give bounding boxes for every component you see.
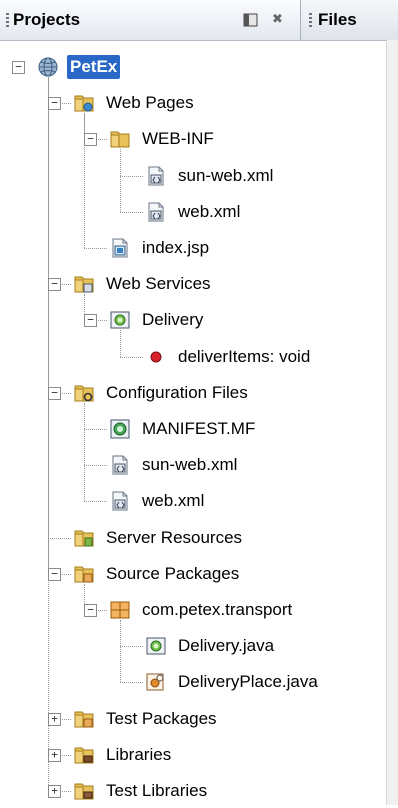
tree-node-label: WEB-INF (142, 129, 214, 149)
tree-node[interactable]: Web Pages (73, 86, 194, 120)
tree-node-label: deliverItems: void (178, 346, 311, 366)
tree-node-label: Web Services (106, 274, 211, 294)
tree-node[interactable]: sun-web.xml (109, 448, 237, 482)
tree-connector-line (84, 501, 107, 503)
tree-node-label: Source Packages (106, 563, 240, 583)
tree-node[interactable]: WEB-INF (109, 122, 214, 156)
project-globe-icon (37, 56, 59, 78)
tree-node[interactable]: Test Packages (73, 702, 217, 736)
tree-node[interactable]: Libraries (73, 738, 171, 772)
tree-node[interactable]: Server Resources (73, 521, 242, 555)
tree-node[interactable]: sun-web.xml (145, 159, 273, 193)
tree-node[interactable]: MANIFEST.MF (109, 412, 255, 446)
tree-node[interactable]: Delivery.java (145, 629, 274, 663)
web-pages-folder-icon (73, 92, 95, 114)
tree-node-label: Test Packages (106, 708, 217, 728)
collapse-toggle-icon[interactable]: − (84, 604, 97, 617)
java-class-file-icon (145, 671, 167, 693)
collapse-toggle-icon[interactable]: − (48, 97, 61, 111)
java-webservice-file-icon (145, 635, 167, 657)
tree-connector-line (120, 682, 143, 684)
tree-node-label: DeliveryPlace.java (178, 672, 318, 692)
tree-node[interactable]: com.petex.transport (109, 593, 292, 627)
tree-node-label: sun-web.xml (142, 455, 238, 475)
tree-node[interactable]: web.xml (109, 484, 204, 518)
tree-node-label: Libraries (106, 744, 172, 764)
tree-connector-line (120, 620, 121, 683)
tree-node[interactable]: PetEx (37, 50, 121, 84)
tree-node[interactable]: Test Libraries (73, 774, 207, 808)
expand-toggle-icon[interactable]: + (48, 748, 61, 762)
collapse-toggle-icon[interactable]: − (84, 314, 97, 328)
manifest-file-icon (109, 418, 131, 440)
tree-node[interactable]: Web Services (73, 267, 211, 301)
tab-projects-label: Projects (13, 10, 81, 29)
tree-connector-line (48, 77, 49, 791)
tree-connector-line (84, 402, 85, 502)
collapse-toggle-icon[interactable]: − (48, 386, 61, 400)
tree-node-label: Delivery (142, 310, 204, 330)
collapse-toggle-icon[interactable]: − (48, 278, 61, 292)
package-icon (109, 599, 131, 621)
tree-node[interactable]: index.jsp (109, 231, 209, 265)
tree-connector-line (84, 465, 107, 467)
collapse-toggle-icon[interactable]: − (48, 567, 61, 581)
tree-node[interactable]: web.xml (145, 195, 240, 229)
folder-icon (109, 128, 131, 150)
tree-node[interactable]: Configuration Files (73, 376, 248, 410)
tree-connector-line (84, 248, 107, 249)
tree-node-label: web.xml (178, 201, 241, 221)
tab-files[interactable]: Files (301, 0, 398, 40)
close-icon[interactable]: ✖ (272, 11, 283, 27)
tree-connector-line (84, 429, 107, 430)
collapse-toggle-icon[interactable]: − (12, 61, 25, 74)
tree-connector-line (120, 646, 143, 648)
tab-files-label: Files (318, 10, 357, 29)
xml-file-icon (145, 165, 167, 187)
libraries-folder-icon (73, 744, 95, 766)
web-service-icon (109, 309, 131, 331)
collapse-toggle-icon[interactable]: − (84, 133, 97, 147)
tree-connector-line (120, 175, 143, 177)
tree-node[interactable]: deliverItems: void (145, 340, 310, 374)
test-packages-folder-icon (73, 708, 95, 730)
project-tree: PetEx − Web Pages − WEB-INF − sun-web.xml web.x… (0, 40, 386, 805)
tree-connector-line (120, 211, 143, 213)
source-packages-folder-icon (73, 563, 95, 585)
tree-connector-line (48, 537, 71, 539)
tree-node-label: Test Libraries (106, 781, 208, 800)
operation-red-dot-icon (145, 346, 167, 368)
tree-connector-line (120, 356, 143, 358)
scrollbar-track[interactable] (386, 40, 398, 805)
xml-file-icon (109, 454, 131, 476)
tree-node[interactable]: Source Packages (73, 557, 239, 591)
tree-node[interactable]: Delivery (109, 303, 203, 337)
grip-icon (6, 13, 9, 29)
minimize-icon[interactable] (242, 12, 260, 28)
config-folder-icon (73, 382, 95, 404)
tree-node-label: index.jsp (142, 238, 210, 257)
tree-node-label: Web Pages (106, 93, 194, 113)
tree-node-label: Server Resources (106, 527, 243, 547)
tree-node-label: Configuration Files (106, 382, 248, 402)
expand-toggle-icon[interactable]: + (48, 712, 61, 726)
tree-node-label: MANIFEST.MF (142, 419, 256, 438)
tree-node-label: sun-web.xml (178, 165, 274, 185)
web-services-folder-icon (73, 273, 95, 295)
window-tabs: Projects ✖ Files (0, 0, 398, 41)
tab-projects[interactable]: Projects ✖ (0, 0, 301, 40)
test-libraries-folder-icon (73, 780, 95, 802)
tree-node-label: Delivery.java (178, 636, 275, 656)
tree-node-label: PetEx (67, 55, 121, 79)
grip-icon (309, 13, 312, 29)
jsp-file-icon (109, 237, 131, 259)
tree-connector-line (120, 149, 121, 212)
tree-node-label: com.petex.transport (142, 600, 293, 619)
xml-file-icon (145, 201, 167, 223)
expand-toggle-icon[interactable]: + (48, 785, 61, 798)
server-resources-folder-icon (73, 527, 95, 549)
tree-node-label: web.xml (142, 491, 205, 511)
xml-file-icon (109, 490, 131, 512)
tree-node[interactable]: DeliveryPlace.java (145, 665, 318, 699)
